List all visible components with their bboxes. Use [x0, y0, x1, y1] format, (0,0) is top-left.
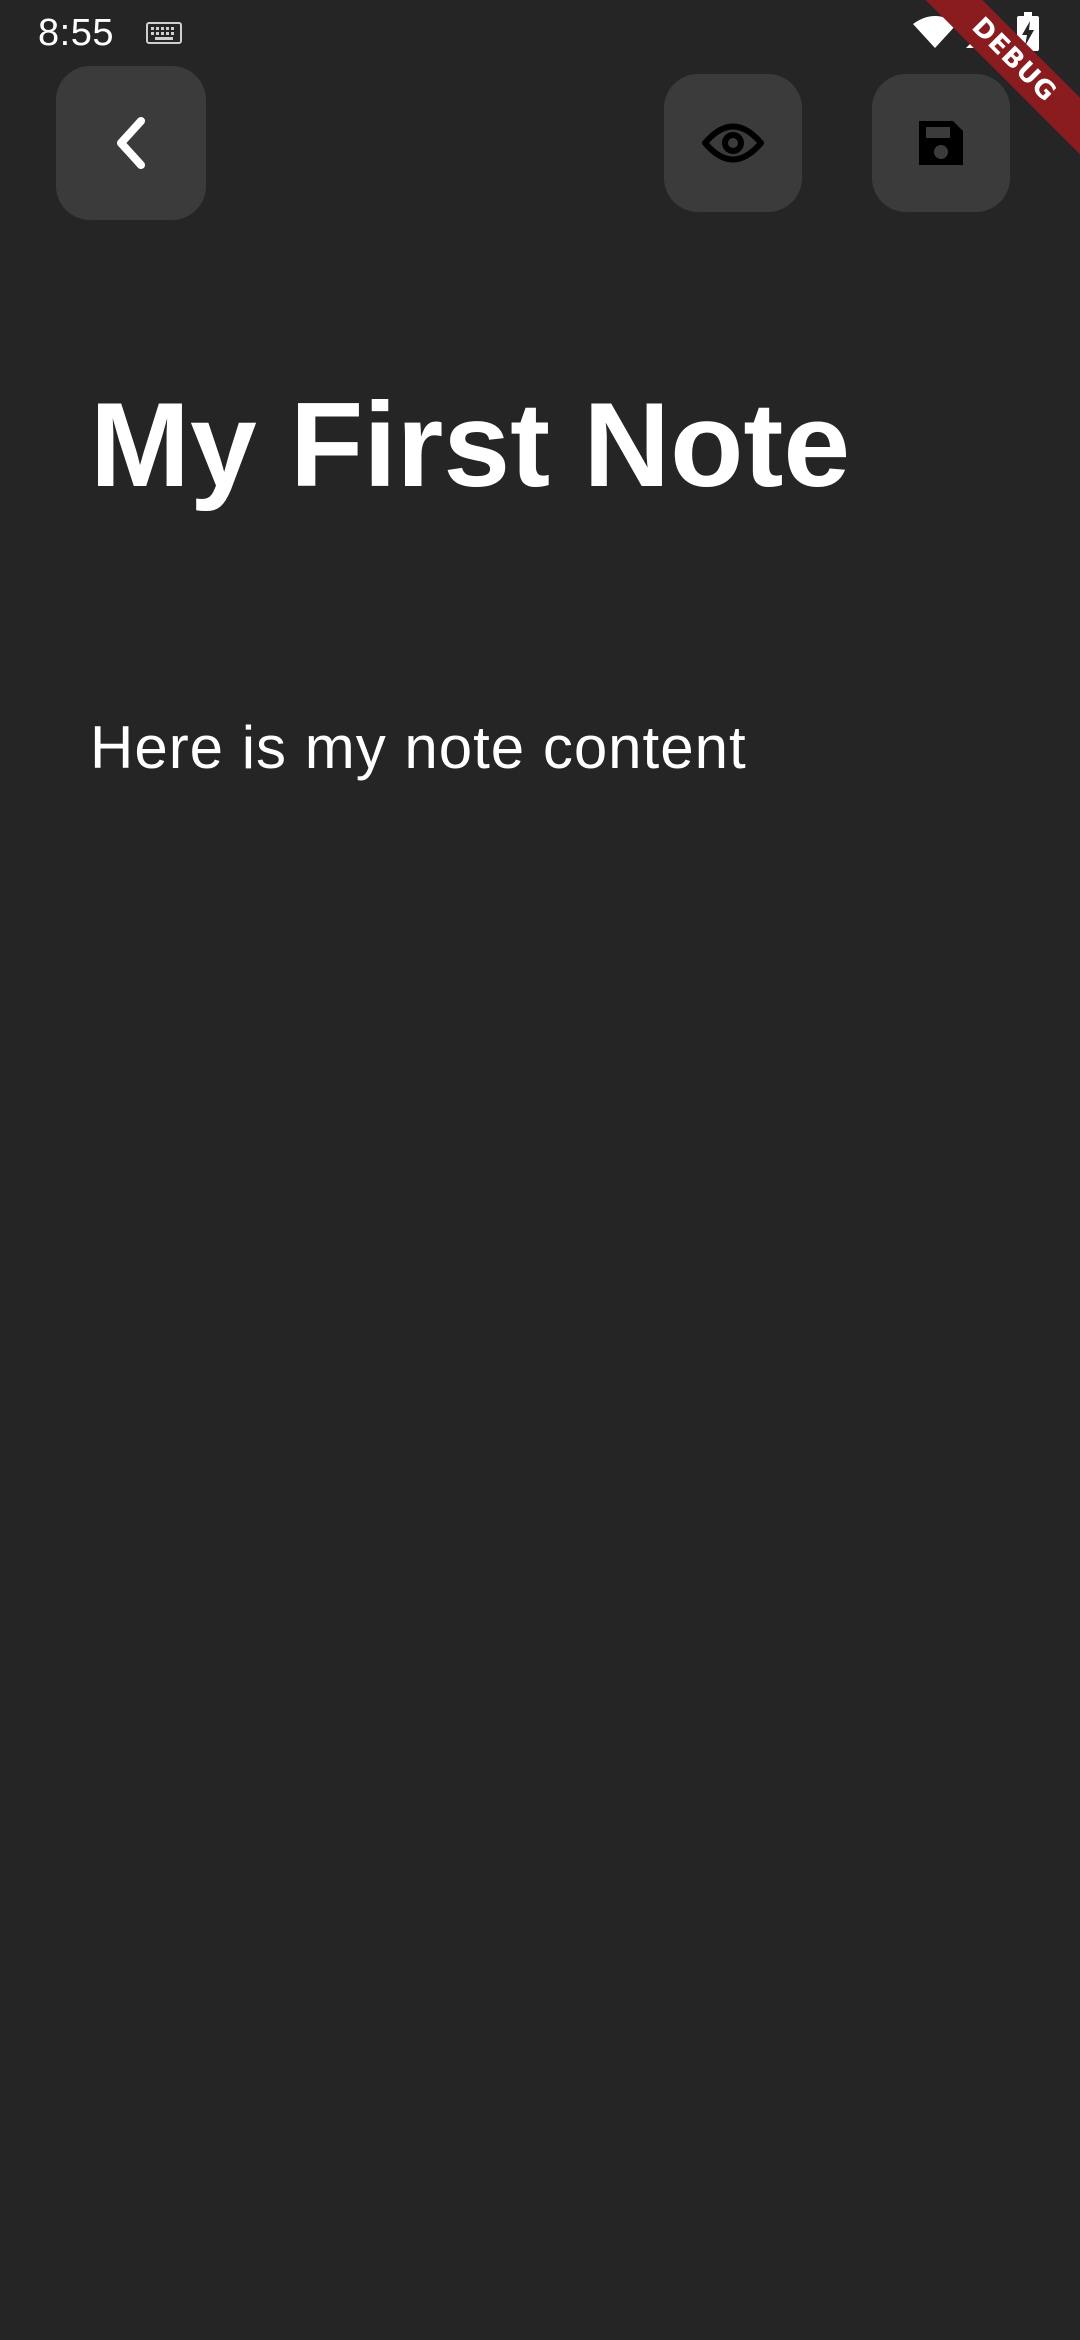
preview-button[interactable]: [664, 74, 802, 212]
wifi-icon: [913, 16, 957, 48]
chevron-left-icon: [117, 117, 145, 169]
floppy-disk-icon: [919, 121, 963, 165]
save-button[interactable]: [872, 74, 1010, 212]
status-bar: 8:55: [0, 0, 1080, 66]
note-title[interactable]: My First Note: [90, 370, 1030, 520]
note-content[interactable]: Here is my note content: [90, 712, 1030, 784]
eye-icon: [702, 123, 764, 163]
battery-charging-icon: [1017, 12, 1039, 51]
signal-icon: [966, 16, 998, 48]
back-button[interactable]: [56, 66, 206, 220]
keyboard-icon: [146, 22, 182, 44]
status-time: 8:55: [38, 12, 114, 54]
